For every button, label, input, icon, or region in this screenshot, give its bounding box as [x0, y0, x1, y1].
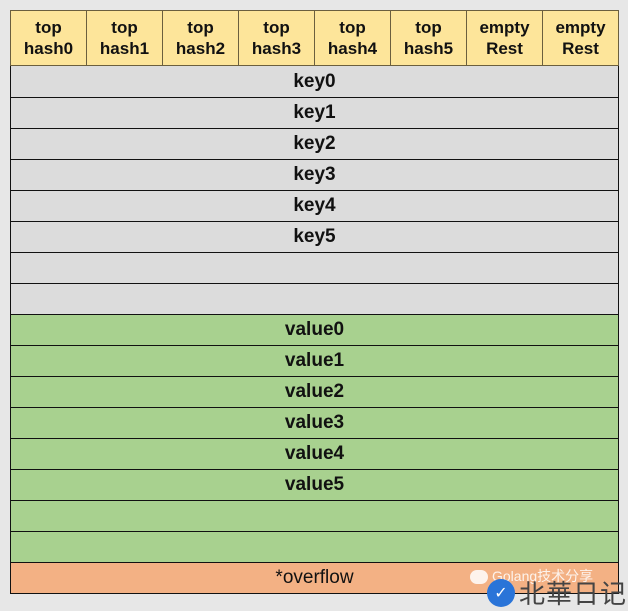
bucket-body: key0 key1 key2 key3 key4 key5 value0 val…	[10, 66, 619, 594]
tophash-cell-2: top hash2	[163, 11, 239, 65]
key-row: key4	[11, 190, 618, 221]
value-row: value2	[11, 376, 618, 407]
key-row-empty	[11, 283, 618, 314]
value-row-empty	[11, 500, 618, 531]
key-row: key1	[11, 97, 618, 128]
empty-rest-cell-6: empty Rest	[467, 11, 543, 65]
key-row: key0	[11, 66, 618, 97]
key-row: key2	[11, 128, 618, 159]
empty-rest-cell-7: empty Rest	[555, 18, 606, 58]
check-badge-icon: ✓	[487, 578, 515, 607]
tophash-cell-3: top hash3	[239, 11, 315, 65]
wechat-icon	[470, 570, 488, 585]
key-row-empty	[11, 252, 618, 283]
value-row-empty	[11, 531, 618, 562]
key-row: key5	[11, 221, 618, 252]
value-row: value0	[11, 314, 618, 345]
tophash-array: top hash0 top hash1 top hash2 top hash3 top h…	[10, 10, 619, 66]
tophash-cell-4: top hash4	[315, 11, 391, 65]
value-row: value3	[11, 407, 618, 438]
value-row: value4	[11, 438, 618, 469]
watermark-logo: ✓ 北華日记	[487, 574, 627, 611]
tophash-cell-1: top hash1	[87, 11, 163, 65]
value-row: value5	[11, 469, 618, 500]
tophash-cell-0: top hash0	[11, 11, 87, 65]
key-row: key3	[11, 159, 618, 190]
value-row: value1	[11, 345, 618, 376]
tophash-cell-5: top hash5	[391, 11, 467, 65]
